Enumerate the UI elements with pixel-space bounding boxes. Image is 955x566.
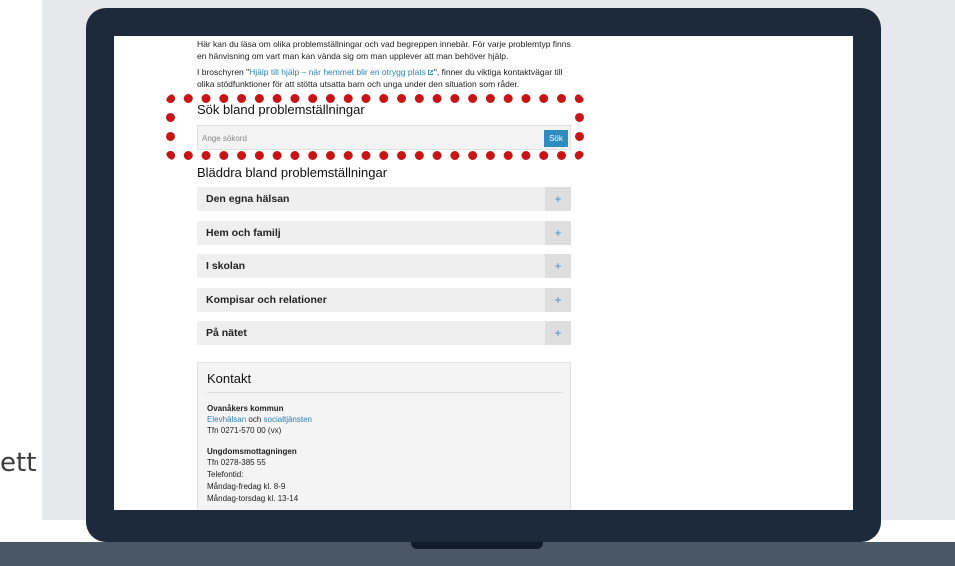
category-accordion: Den egna hälsan + Hem och familj + I sko… [197,187,571,355]
org1-links-line: Elevhälsan och socialtjänsten [207,414,312,425]
org2-hours-label: Telefontid: [207,470,244,479]
accordion-item-label: I skolan [206,260,246,272]
intro-paragraph: Här kan du läsa om olika problemställnin… [197,39,571,61]
accordion-item-hem-och-familj[interactable]: Hem och familj + [197,220,571,245]
accordion-item-label: Den egna hälsan [206,193,290,205]
brochure-paragraph: I broschyren "Hjälp till hjälp – när hem… [197,66,571,90]
expand-plus-icon[interactable]: + [545,187,571,211]
accordion-item-label: På nätet [206,327,247,339]
expand-plus-icon[interactable]: + [545,220,571,245]
accordion-item-pa-natet[interactable]: På nätet + [197,321,571,345]
search-highlight-annotation [166,94,584,160]
org2-hours-2: Måndag-torsdag kl. 13-14 [207,494,299,503]
accordion-item-den-egna-halsan[interactable]: Den egna hälsan + [197,187,571,211]
accordion-item-label: Hem och familj [206,226,281,239]
expand-plus-icon[interactable]: + [545,254,571,278]
slide-left-margin [0,0,42,566]
laptop-notch [411,542,543,549]
external-link-icon [427,69,433,76]
expand-plus-icon[interactable]: + [545,321,571,345]
accordion-item-i-skolan[interactable]: I skolan + [197,254,571,278]
org2-hours-1: Måndag-fredag kl. 8-9 [207,482,286,491]
contact-divider [207,392,563,393]
org1-phone: Tfn 0271-570 00 (vx) [207,426,282,435]
brochure-link-text: Hjälp till hjälp – när hemmet blir en ot… [249,67,426,77]
brochure-prefix: I broschyren " [197,67,250,77]
accordion-item-label: Kompisar och relationer [206,293,327,306]
brochure-link[interactable]: Hjälp till hjälp – när hemmet blir en ot… [249,67,434,77]
browse-heading: Bläddra bland problemställningar [197,165,388,180]
and-text: och [248,415,262,424]
expand-plus-icon[interactable]: + [545,287,571,312]
socialtjansten-link[interactable]: socialtjänsten [264,415,312,424]
org2-name: Ungdomsmottagningen [207,447,297,456]
contact-title: Kontakt [207,371,252,386]
accordion-item-kompisar-och-relationer[interactable]: Kompisar och relationer + [197,287,571,312]
elevhalsan-link[interactable]: Elevhälsan [207,415,246,424]
org1-name: Ovanåkers kommun [207,404,284,413]
contact-card: Kontakt Ovanåkers kommun Elevhälsan och … [197,362,571,510]
org2-phone: Tfn 0278-385 55 [207,458,266,467]
background-slide-text: ett [0,448,37,478]
